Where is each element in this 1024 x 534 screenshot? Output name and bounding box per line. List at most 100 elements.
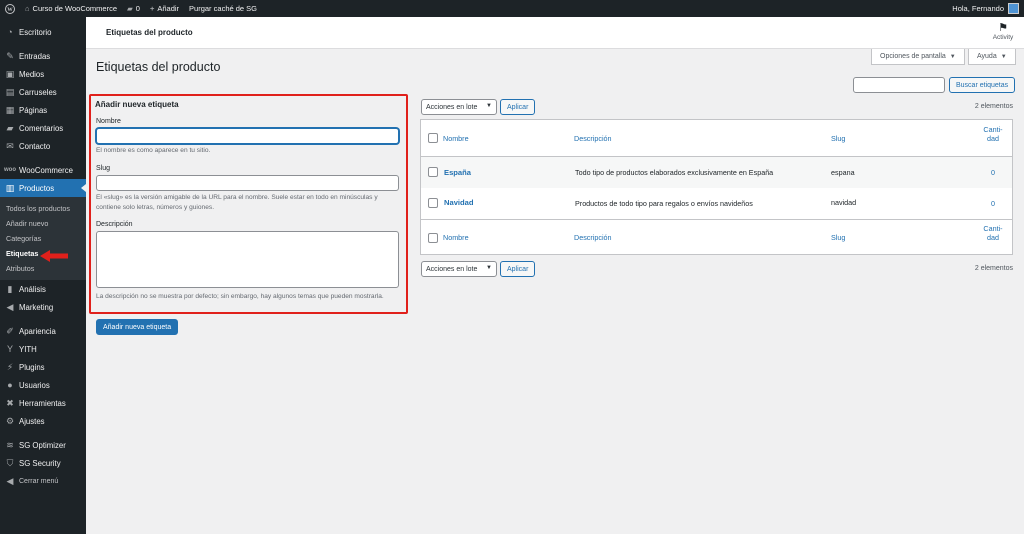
activity-button[interactable]: ⚑ Activity [990,22,1016,42]
sidebar-item-plugins[interactable]: ⚡ Plugins [0,358,86,376]
archive-icon: ▥ [5,182,15,193]
column-footer-slug[interactable]: Slug [831,233,845,242]
table-row: Navidad Productos de todo tipo para rega… [421,188,1012,219]
productos-submenu: Todos los productos Añadir nuevo Categor… [0,197,86,280]
name-label: Nombre [96,118,121,125]
column-header-description[interactable]: Descripción [574,134,612,143]
tags-table: Nombre Descripción Slug Canti- dad Españ… [420,119,1013,255]
row-checkbox[interactable] [428,198,438,208]
chart-icon: ▮ [7,283,13,294]
sidebar-item-carruseles[interactable]: ▤ Carruseles [0,83,86,101]
page-icon: ▦ [5,104,15,115]
comments-link[interactable]: ▰ 0 [122,0,145,17]
shield-icon: ⛉ [6,457,14,468]
plus-icon: + [149,4,155,13]
row-checkbox[interactable] [428,167,438,177]
tag-count-link[interactable]: 0 [973,199,1013,208]
flag-icon: ⚑ [998,22,1008,34]
tag-slug: navidad [831,198,857,207]
tag-name-link[interactable]: España [444,168,471,177]
caret-down-icon: ▼ [1000,53,1007,60]
items-count-bottom: 2 elementos [974,265,1013,272]
table-footer-row: Nombre Descripción Slug Canti- dad [421,219,1012,254]
help-button[interactable]: Ayuda ▼ [968,49,1016,65]
description-field[interactable] [96,231,399,288]
tag-slug: espana [831,168,855,177]
svg-text:W: W [7,7,13,13]
submenu-item-todos-productos[interactable]: Todos los productos [0,201,86,216]
avatar [1008,3,1019,14]
mail-icon: ✉ [6,140,14,151]
add-new-link[interactable]: + Añadir [145,0,184,17]
submenu-item-atributos[interactable]: Atributos [0,261,86,276]
sidebar-item-usuarios[interactable]: ● Usuarios [0,376,86,394]
add-tag-button[interactable]: Añadir nueva etiqueta [96,319,179,335]
tag-description: Productos de todo tipo para regalos o en… [575,199,753,208]
yith-icon: Y [6,344,13,354]
sidebar-item-contacto[interactable]: ✉ Contacto [0,137,86,155]
sidebar-item-medios[interactable]: ▣ Medios [0,65,86,83]
sidebar-item-yith[interactable]: Y YITH [0,340,86,358]
sidebar-item-herramientas[interactable]: ✖ Herramientas [0,394,86,412]
sidebar-item-ajustes[interactable]: ⚙ Ajustes [0,412,86,430]
column-header-count[interactable]: Canti- dad [973,125,1013,143]
sidebar-item-sg-security[interactable]: ⛉ SG Security [0,454,86,472]
screen-options-button[interactable]: Opciones de pantalla ▼ [871,49,965,65]
column-header-slug[interactable]: Slug [831,134,845,143]
sidebar-item-analisis[interactable]: ▮ Análisis [0,280,86,298]
woo-icon: woo [4,167,16,173]
sidebar-item-marketing[interactable]: ◀ Marketing [0,298,86,316]
apply-button-bottom[interactable]: Aplicar [500,261,536,277]
bulk-actions-select-bottom[interactable]: Acciones en lote ▼ [421,261,497,277]
slug-field[interactable] [96,175,399,191]
column-footer-count[interactable]: Canti- dad [973,224,1013,242]
search-tags-button[interactable]: Buscar etiquetas [949,77,1016,93]
chevron-down-icon: ▼ [486,103,492,109]
select-all-checkbox[interactable] [428,233,438,243]
megaphone-icon: ◀ [6,301,14,312]
purge-cache-link[interactable]: Purgar caché de SG [184,0,262,17]
name-help: El nombre es como aparece en tu sitio. [96,147,211,154]
tag-count-link[interactable]: 0 [973,168,1013,177]
sidebar-item-paginas[interactable]: ▦ Páginas [0,101,86,119]
select-all-checkbox[interactable] [428,133,438,143]
dashboard-icon: ◔ [7,27,13,37]
sidebar-item-entradas[interactable]: ✎ Entradas [0,47,86,65]
column-footer-description[interactable]: Descripción [574,233,612,242]
sidebar-item-woocommerce[interactable]: woo WooCommerce [0,161,86,179]
table-row: España Todo tipo de productos elaborados… [421,157,1012,188]
users-icon: ● [7,380,13,390]
sidebar-item-escritorio[interactable]: ◔ Escritorio [0,23,86,41]
red-arrow-annotation [40,250,68,262]
caret-down-icon: ▼ [949,53,956,60]
search-input[interactable] [853,77,945,93]
pin-icon: ✎ [6,50,14,61]
sidebar-item-productos[interactable]: ▥ Productos [0,179,86,197]
column-footer-name[interactable]: Nombre [443,233,469,242]
apply-button-top[interactable]: Aplicar [500,99,536,115]
media-icon: ▣ [5,68,15,79]
user-account-link[interactable]: Hola, Fernando [947,0,1024,17]
wrench-icon: ✖ [6,397,14,408]
site-name-link[interactable]: ⌂ Curso de WooCommerce [20,0,122,17]
collapse-menu-button[interactable]: ◀ Cerrar menú [0,472,86,490]
table-header-row: Nombre Descripción Slug Canti- dad [421,120,1012,157]
column-header-name[interactable]: Nombre [443,134,469,143]
page-header: Etiquetas del producto ⚑ Activity [86,17,1024,49]
sidebar-item-apariencia[interactable]: ✐ Apariencia [0,322,86,340]
admin-sidebar: ◔ Escritorio ✎ Entradas ▣ Medios ▤ Carrusele… [0,17,86,534]
sidebar-item-comentarios[interactable]: ▰ Comentarios [0,119,86,137]
wordpress-logo-icon[interactable]: W [0,0,20,17]
tag-name-link[interactable]: Navidad [444,198,474,207]
carousel-icon: ▤ [5,86,15,97]
submenu-item-anadir-nuevo[interactable]: Añadir nuevo [0,216,86,231]
description-label: Descripción [96,221,133,228]
brush-icon: ✐ [6,325,14,336]
submenu-item-categorias[interactable]: Categorías [0,231,86,246]
sidebar-item-sg-optimizer[interactable]: ≋ SG Optimizer [0,436,86,454]
header-title: Etiquetas del producto [106,28,193,37]
page-title: Etiquetas del producto [96,60,221,74]
slug-label: Slug [96,165,111,172]
name-field[interactable] [96,128,399,144]
bulk-actions-select-top[interactable]: Acciones en lote ▼ [421,99,497,115]
